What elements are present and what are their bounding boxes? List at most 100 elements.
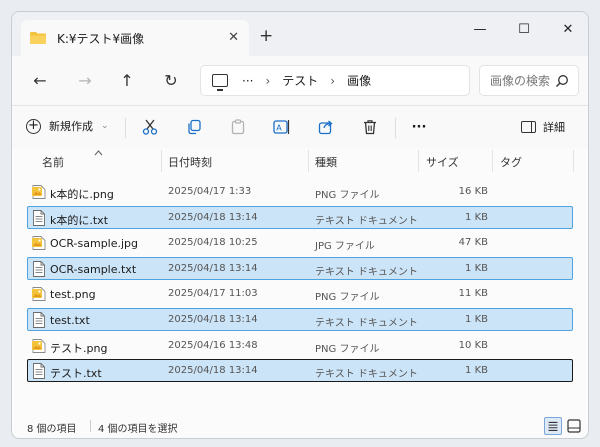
file-type: テキスト ドキュメント xyxy=(315,266,418,278)
file-size: 1 KB xyxy=(465,262,488,274)
new-tab-button[interactable]: + xyxy=(259,26,273,46)
breadcrumb-item-images[interactable]: 画像 xyxy=(347,72,371,89)
cut-button[interactable] xyxy=(139,116,161,138)
this-pc-icon xyxy=(212,74,228,91)
file-date: 2025/04/18 13:14 xyxy=(168,314,258,325)
file-type: PNG ファイル xyxy=(315,343,380,355)
close-window-button[interactable]: ✕ xyxy=(556,22,580,42)
more-options-button[interactable]: ··· xyxy=(408,116,430,138)
file-size: 1 KB xyxy=(465,211,488,223)
rename-icon: A xyxy=(273,120,290,134)
file-size: 16 KB xyxy=(458,186,488,197)
image-file-icon xyxy=(32,338,46,353)
breadcrumb-item-test[interactable]: テスト xyxy=(282,72,318,89)
copy-button[interactable] xyxy=(183,116,205,138)
file-row[interactable]: k本的に.png 2025/04/17 1:33 PNG ファイル 16 KB xyxy=(27,180,573,203)
column-header-name[interactable]: 名前 xyxy=(42,154,64,170)
file-row[interactable]: OCR-sample.txt 2025/04/18 13:14 テキスト ドキュメン… xyxy=(27,256,573,280)
details-view-button[interactable] xyxy=(544,417,562,435)
file-type: PNG ファイル xyxy=(315,190,380,201)
navigation-bar: ← → ↑ ↻ ··· › テスト › 画像 画像の検索 xyxy=(12,56,588,105)
file-type: JPG ファイル xyxy=(315,241,375,253)
text-file-icon xyxy=(33,312,45,328)
address-more-button[interactable]: ··· xyxy=(242,74,253,88)
breadcrumb-separator[interactable]: › xyxy=(265,74,270,88)
folder-icon xyxy=(30,32,46,44)
details-pane-icon xyxy=(521,121,536,133)
search-input[interactable]: 画像の検索 xyxy=(479,65,579,96)
file-row[interactable]: test.png 2025/04/17 11:03 PNG ファイル 11 KB xyxy=(27,282,573,305)
file-row[interactable]: テスト.txt 2025/04/18 13:14 テキスト ドキュメント 1 KB xyxy=(27,359,573,383)
paste-button[interactable] xyxy=(227,116,249,138)
file-date: 2025/04/18 13:14 xyxy=(168,365,258,377)
cut-icon xyxy=(142,119,158,135)
image-file-icon xyxy=(32,236,46,251)
file-name: k本的に.txt xyxy=(50,213,109,227)
column-divider[interactable] xyxy=(492,150,493,172)
toolbar-separator xyxy=(125,118,126,138)
title-bar: K:¥テスト¥画像 ✕ + — ☐ ✕ xyxy=(12,12,588,56)
up-button[interactable]: ↑ xyxy=(117,71,137,91)
delete-button[interactable] xyxy=(359,116,381,138)
share-icon xyxy=(318,120,333,135)
tab-close-button[interactable]: ✕ xyxy=(228,30,239,45)
file-size: 11 KB xyxy=(458,288,488,300)
large-icons-view-button[interactable] xyxy=(565,417,583,435)
tab-current-folder[interactable]: K:¥テスト¥画像 ✕ xyxy=(21,20,249,56)
file-name: k本的に.png xyxy=(50,188,114,201)
share-button[interactable] xyxy=(315,116,337,138)
column-header-size[interactable]: サイズ xyxy=(426,154,459,170)
rename-button[interactable]: A xyxy=(271,116,293,138)
command-bar: + 新規作成 ⌄ A ··· 詳細 xyxy=(12,106,588,148)
sort-ascending-icon xyxy=(94,150,103,156)
back-button[interactable]: ← xyxy=(30,71,50,91)
column-header-type[interactable]: 種類 xyxy=(315,154,337,170)
file-name: テスト.txt xyxy=(50,367,102,381)
details-pane-button[interactable]: 詳細 xyxy=(521,119,565,135)
address-bar[interactable]: ··· › テスト › 画像 xyxy=(200,65,470,96)
column-header-tag[interactable]: タグ xyxy=(500,154,522,170)
column-divider[interactable] xyxy=(161,150,162,172)
plus-icon: + xyxy=(26,118,41,134)
file-row[interactable]: テスト.png 2025/04/16 13:48 PNG ファイル 10 KB xyxy=(27,334,573,357)
tab-title: K:¥テスト¥画像 xyxy=(57,31,145,46)
column-divider[interactable] xyxy=(573,150,574,172)
file-date: 2025/04/18 13:14 xyxy=(168,211,258,223)
copy-icon xyxy=(188,119,201,135)
text-file-icon xyxy=(33,363,45,380)
column-header-date[interactable]: 日付時刻 xyxy=(168,154,212,170)
file-size: 1 KB xyxy=(465,314,488,325)
file-row[interactable]: k本的に.txt 2025/04/18 13:14 テキスト ドキュメント 1 KB xyxy=(27,205,573,229)
file-name: OCR-sample.txt xyxy=(50,262,137,276)
file-row[interactable]: test.txt 2025/04/18 13:14 テキスト ドキュメント 1 KB xyxy=(27,308,573,331)
file-type: テキスト ドキュメント xyxy=(315,369,418,381)
new-button[interactable]: + 新規作成 ⌄ xyxy=(26,118,109,134)
file-name: test.txt xyxy=(50,314,90,327)
item-count: 8 個の項目 xyxy=(27,424,77,435)
search-placeholder: 画像の検索 xyxy=(490,74,551,88)
refresh-button[interactable]: ↻ xyxy=(161,71,181,91)
file-row[interactable]: OCR-sample.jpg 2025/04/18 10:25 JPG ファイル 47… xyxy=(27,231,573,254)
search-icon xyxy=(556,75,568,87)
details-label: 詳細 xyxy=(543,121,565,134)
column-divider[interactable] xyxy=(418,150,419,172)
forward-button[interactable]: → xyxy=(75,71,95,91)
breadcrumb-separator[interactable]: › xyxy=(330,74,335,88)
status-separator xyxy=(90,420,91,432)
file-date: 2025/04/17 1:33 xyxy=(168,186,252,197)
image-file-icon xyxy=(32,185,46,199)
file-type: PNG ファイル xyxy=(315,292,380,304)
file-date: 2025/04/18 10:25 xyxy=(168,237,258,249)
file-name: OCR-sample.jpg xyxy=(50,237,139,251)
minimize-button[interactable]: — xyxy=(468,22,492,42)
file-size: 10 KB xyxy=(458,339,488,351)
file-date: 2025/04/16 13:48 xyxy=(168,339,258,351)
file-date: 2025/04/17 11:03 xyxy=(168,288,258,300)
chevron-down-icon: ⌄ xyxy=(101,121,109,131)
more-icon: ··· xyxy=(411,119,427,135)
maximize-button[interactable]: ☐ xyxy=(512,22,536,42)
trash-icon xyxy=(364,120,376,135)
paste-icon xyxy=(231,119,245,135)
file-size: 47 KB xyxy=(458,237,488,249)
column-divider[interactable] xyxy=(308,150,309,172)
